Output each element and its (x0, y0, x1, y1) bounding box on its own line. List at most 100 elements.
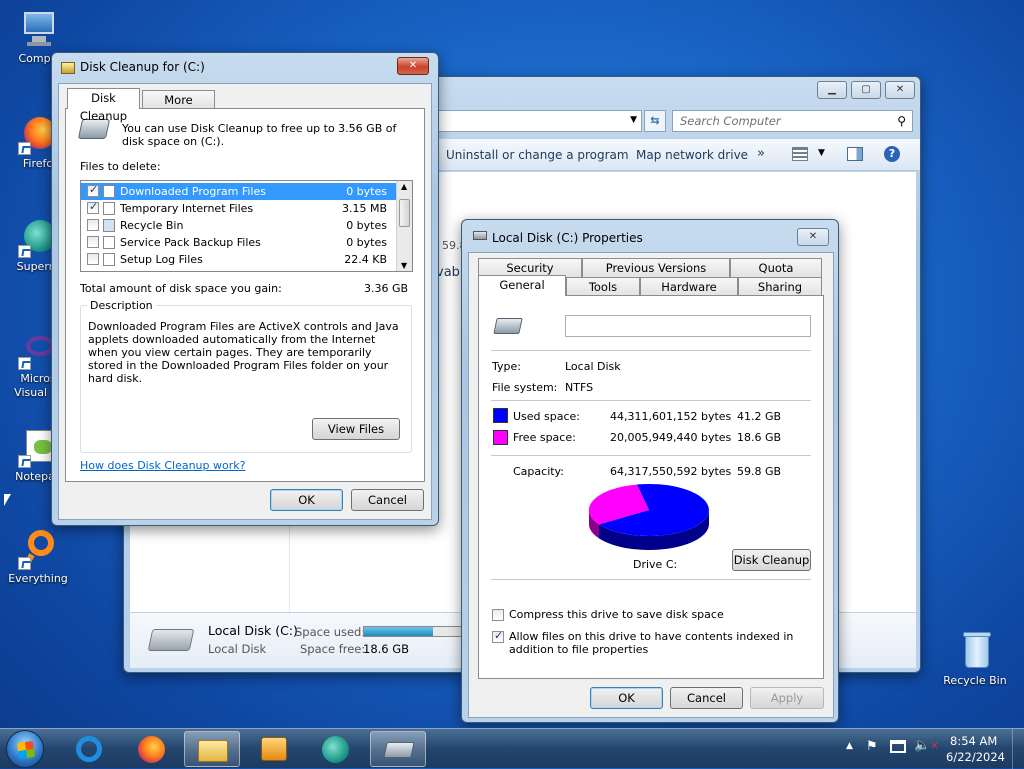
help-link[interactable]: How does Disk Cleanup work? (80, 459, 245, 472)
close-button[interactable]: ✕ (885, 81, 915, 99)
address-dropdown-icon[interactable]: ▼ (630, 115, 637, 125)
list-item[interactable]: Recycle Bin 0 bytes (81, 217, 397, 234)
close-button[interactable]: ✕ (797, 228, 829, 246)
volume-muted-icon[interactable]: 🔈✕ (914, 738, 939, 753)
clock-date[interactable]: 6/22/2024 (946, 750, 1005, 764)
taskbar-supermium[interactable] (308, 731, 364, 767)
index-checkbox[interactable] (492, 629, 504, 643)
tab-sharing[interactable]: Sharing (738, 277, 822, 296)
refresh-button[interactable]: ⇆ (644, 110, 666, 132)
change-view-icon[interactable] (792, 147, 808, 161)
cancel-button[interactable]: Cancel (351, 489, 424, 511)
taskbar-media-player[interactable] (246, 731, 302, 767)
windows-logo-icon (16, 740, 36, 760)
type-label: Type: (492, 360, 521, 373)
cancel-button[interactable]: Cancel (670, 687, 743, 709)
preview-pane-icon[interactable] (847, 147, 863, 161)
list-item-checkbox[interactable] (87, 183, 99, 197)
cleanup-intro-text: You can use Disk Cleanup to free up to 3… (122, 122, 397, 148)
search-icon: ⚲ (897, 114, 906, 128)
close-button[interactable]: ✕ (397, 57, 429, 75)
recycle-bin-icon (955, 632, 995, 672)
disk-cleanup-button[interactable]: Disk Cleanup (732, 549, 811, 571)
more-commands-button[interactable]: » (757, 146, 765, 161)
scroll-up-icon[interactable]: ▲ (401, 182, 407, 191)
start-button[interactable] (6, 730, 44, 768)
minimize-button[interactable]: ▁ (817, 81, 847, 99)
list-item-name: Temporary Internet Files (120, 202, 254, 215)
cleanup-tab-panel: You can use Disk Cleanup to free up to 3… (65, 108, 425, 482)
list-scrollbar[interactable]: ▲ ▼ (396, 181, 412, 271)
scrollbar-thumb[interactable] (399, 199, 410, 227)
taskbar-internet-explorer[interactable] (62, 731, 118, 767)
clock-time[interactable]: 8:54 AM (950, 734, 997, 748)
space-used-label: Space used: (295, 625, 366, 639)
map-network-drive-button[interactable]: Map network drive (636, 148, 748, 162)
firefox-icon (138, 736, 165, 763)
list-item[interactable]: Downloaded Program Files 0 bytes (81, 183, 397, 200)
tab-previous-versions[interactable]: Previous Versions (582, 258, 730, 277)
tab-tools[interactable]: Tools (566, 277, 640, 296)
show-desktop-button[interactable] (1012, 729, 1024, 769)
list-item-name: Downloaded Program Files (120, 185, 266, 198)
shortcut-arrow-icon (18, 357, 31, 370)
desktop-icon-everything[interactable]: Everything (3, 530, 73, 585)
list-item[interactable]: Temporary Internet Files 3.15 MB (81, 200, 397, 217)
free-space-label: Free space: (513, 431, 576, 444)
list-item-checkbox[interactable] (87, 236, 99, 248)
action-center-flag-icon[interactable]: ⚑ (866, 739, 878, 754)
show-hidden-icons-icon[interactable]: ▲ (846, 741, 853, 751)
tab-disk-cleanup[interactable]: Disk Cleanup (67, 88, 140, 123)
files-to-delete-label: Files to delete: (80, 160, 161, 173)
apply-button: Apply (750, 687, 824, 709)
internet-explorer-icon (76, 736, 102, 762)
list-item-checkbox[interactable] (87, 253, 99, 265)
taskbar-disk-cleanup[interactable] (370, 731, 426, 767)
ok-button[interactable]: OK (270, 489, 343, 511)
ok-button[interactable]: OK (590, 687, 663, 709)
used-space-gb: 41.2 GB (737, 410, 782, 423)
recycle-bin-icon (103, 219, 115, 232)
disk-cleanup-window[interactable]: Disk Cleanup for (C:) ✕ Disk Cleanup Mor… (51, 52, 439, 526)
search-input[interactable]: Search Computer (680, 114, 781, 128)
tab-quota[interactable]: Quota (730, 258, 822, 277)
uninstall-program-button[interactable]: Uninstall or change a program (446, 148, 629, 162)
tab-more-options[interactable]: More Options (142, 90, 215, 125)
list-item-checkbox[interactable] (87, 200, 99, 214)
divider (491, 455, 811, 456)
network-icon[interactable] (890, 740, 906, 753)
list-item-name: Recycle Bin (120, 219, 184, 232)
files-to-delete-list[interactable]: Downloaded Program Files 0 bytes Tempora… (80, 180, 413, 272)
tab-general[interactable]: General (478, 275, 566, 296)
drive-title-icon (473, 231, 487, 240)
computer-icon (18, 10, 58, 50)
capacity-gb: 59.8 GB (737, 465, 782, 478)
properties-window[interactable]: Local Disk (C:) Properties ✕ Security Pr… (461, 219, 839, 723)
list-item[interactable]: Service Pack Backup Files 0 bytes (81, 234, 397, 251)
drive-label-input[interactable] (565, 315, 811, 337)
capacity-label: Capacity: (513, 465, 564, 478)
tab-hardware[interactable]: Hardware (640, 277, 738, 296)
taskbar-firefox[interactable] (124, 731, 180, 767)
everything-icon (18, 530, 58, 570)
file-icon (103, 185, 115, 198)
view-dropdown-icon[interactable]: ▼ (818, 148, 825, 158)
desktop-icon-label: Everything (8, 572, 68, 585)
taskbar-explorer[interactable] (184, 731, 240, 767)
desktop-icon-label: Recycle Bin (943, 674, 1007, 687)
maximize-button[interactable]: ▢ (851, 81, 881, 99)
list-item[interactable]: Setup Log Files 22.4 KB (81, 251, 397, 268)
compress-checkbox[interactable] (492, 609, 504, 621)
list-item-name: Service Pack Backup Files (120, 236, 261, 249)
local-disk-icon (147, 629, 195, 651)
search-box[interactable]: Search Computer ⚲ (672, 110, 913, 132)
help-icon[interactable]: ? (884, 146, 900, 162)
divider (491, 579, 811, 580)
desktop-icon-recycle-bin[interactable]: Recycle Bin (940, 632, 1010, 687)
index-label: Allow files on this drive to have conten… (509, 630, 794, 656)
list-item-checkbox[interactable] (87, 219, 99, 231)
divider (491, 350, 811, 351)
scroll-down-icon[interactable]: ▼ (401, 261, 407, 270)
view-files-button[interactable]: View Files (312, 418, 400, 440)
local-disk-icon (493, 318, 523, 334)
